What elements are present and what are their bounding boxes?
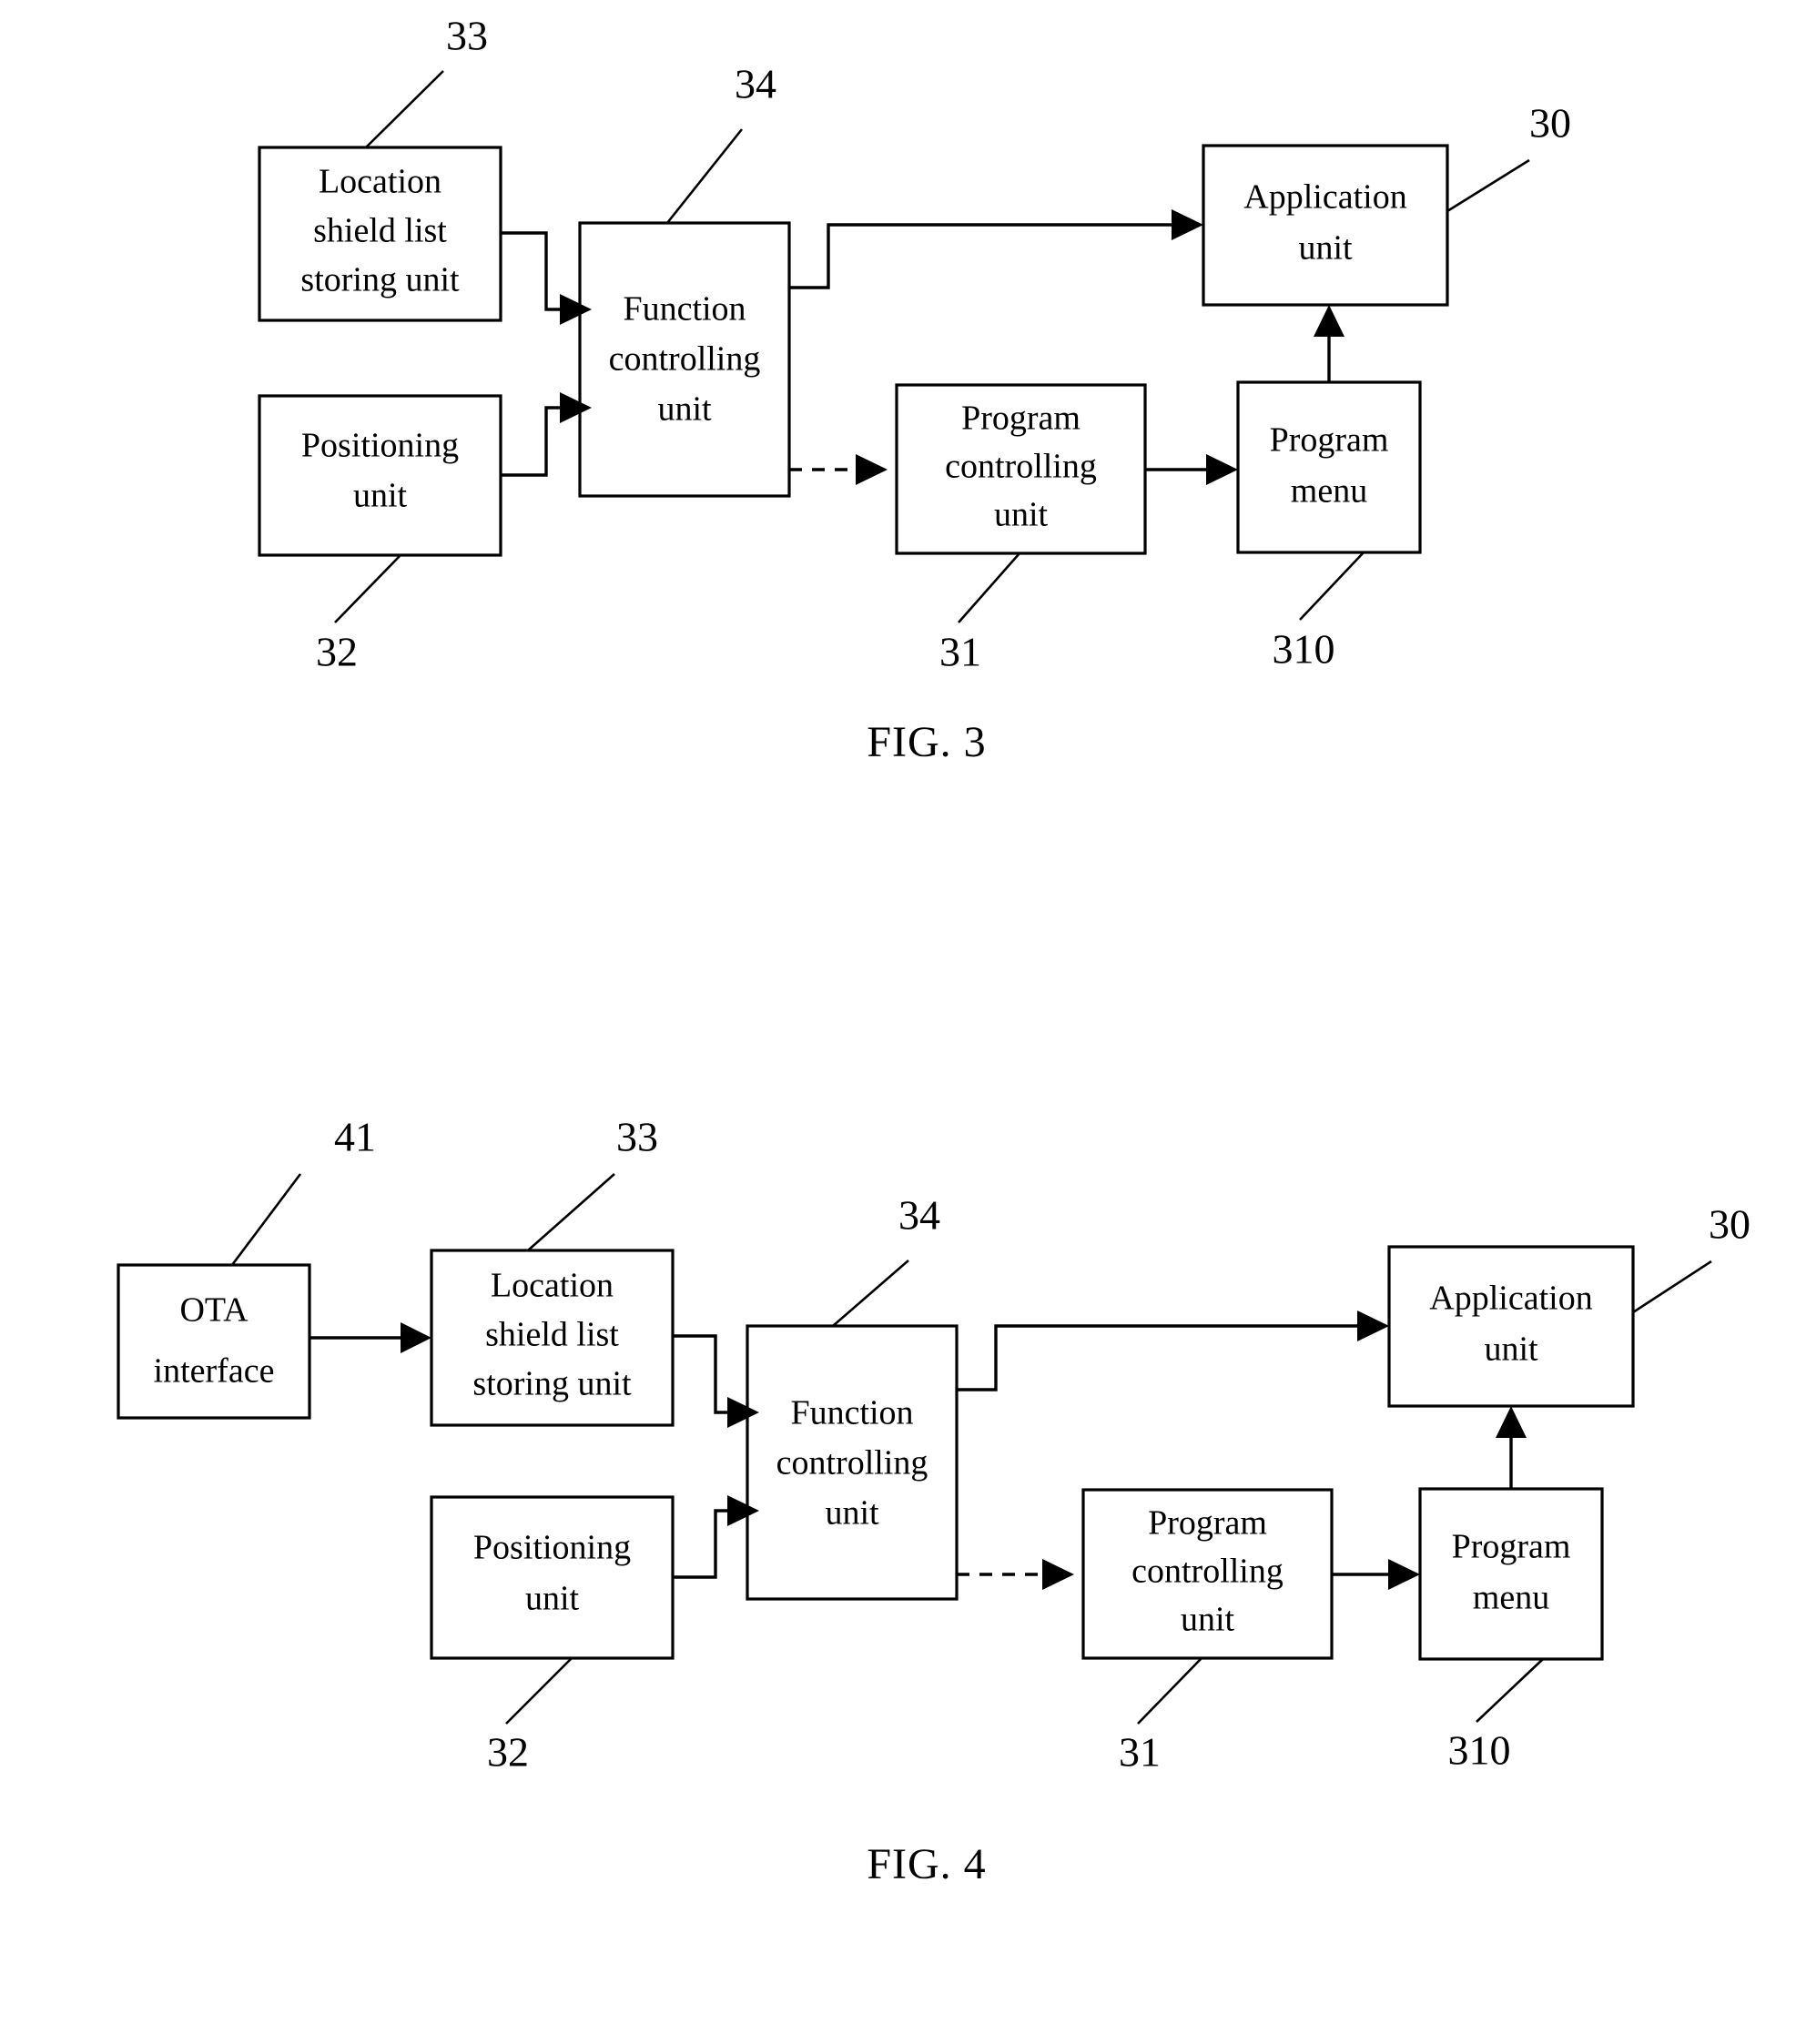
fig4-connector-ota-to-shield — [309, 1322, 431, 1353]
fig3-positioning-label-line-1: Positioning — [301, 427, 459, 465]
figures-svg: Location shield list storing unit Positi… — [117, 13, 1750, 1888]
fig4-positioning-label-line-1: Positioning — [473, 1529, 631, 1567]
figure-4: OTA interface Location shield list stori… — [117, 1114, 1750, 1888]
fig3-ref-310: 310 — [1273, 551, 1365, 673]
fig3-program-menu-label-line-2: menu — [1291, 472, 1367, 511]
fig4-box-application-unit[interactable]: Application unit — [1387, 1245, 1635, 1408]
fig4-application-label-line-2: unit — [1484, 1331, 1538, 1369]
patent-drawing-sheet: Location shield list storing unit Positi… — [0, 0, 1806, 2044]
fig3-connector-program-menu-to-application — [1314, 305, 1344, 382]
fig3-program-menu-label-line-1: Program — [1270, 421, 1389, 460]
fig4-box-location-shield-list-storing-unit[interactable]: Location shield list storing unit — [430, 1249, 675, 1427]
fig4-program-controlling-label-line-2: controlling — [1131, 1553, 1283, 1591]
fig4-application-label-line-1: Application — [1429, 1280, 1592, 1318]
fig4-function-label-line-1: Function — [790, 1394, 913, 1432]
figure-3: Location shield list storing unit Positi… — [258, 13, 1571, 766]
fig3-location-shield-label-line-1: Location — [319, 163, 441, 201]
fig4-box-program-menu[interactable]: Program menu — [1418, 1487, 1604, 1661]
fig4-ref-34: 34 — [832, 1192, 940, 1327]
fig4-function-label-line-2: controlling — [776, 1444, 928, 1482]
fig3-caption: FIG. 3 — [867, 718, 986, 766]
fig3-connector-function-to-application — [789, 209, 1203, 289]
fig3-function-label-line-1: Function — [623, 290, 746, 329]
fig3-ref-34: 34 — [665, 61, 776, 224]
fig4-ref-41-label: 41 — [334, 1114, 376, 1160]
fig3-location-shield-label-line-3: storing unit — [300, 261, 460, 299]
fig4-connector-program-menu-to-application — [1496, 1406, 1527, 1489]
fig4-ota-label-line-1: OTA — [179, 1291, 249, 1330]
fig4-ref-30: 30 — [1632, 1201, 1750, 1314]
fig4-location-shield-label-line-2: shield list — [485, 1316, 619, 1354]
fig3-box-program-menu[interactable]: Program menu — [1236, 380, 1422, 554]
fig3-ref-32-label: 32 — [316, 629, 358, 675]
fig3-program-controlling-label-line-2: controlling — [945, 448, 1097, 486]
fig4-ref-33-label: 33 — [616, 1114, 658, 1160]
fig3-box-positioning-unit[interactable]: Positioning unit — [258, 394, 502, 557]
fig4-ref-32-label: 32 — [487, 1729, 529, 1776]
fig4-ref-31-label: 31 — [1119, 1729, 1161, 1776]
fig3-ref-31: 31 — [939, 552, 1020, 675]
fig3-ref-31-label: 31 — [939, 629, 981, 675]
fig4-ref-310: 310 — [1448, 1658, 1544, 1774]
fig4-program-menu-label-line-2: menu — [1473, 1579, 1549, 1617]
fig3-positioning-label-line-2: unit — [353, 477, 408, 515]
fig4-box-positioning-unit[interactable]: Positioning unit — [430, 1495, 675, 1660]
fig3-ref-34-label: 34 — [735, 61, 776, 107]
fig3-connector-shield-to-function — [501, 231, 592, 325]
fig3-ref-310-label: 310 — [1273, 626, 1335, 673]
fig3-box-application-unit[interactable]: Application unit — [1202, 144, 1449, 307]
fig4-connector-function-to-program-controlling — [957, 1559, 1074, 1590]
fig4-box-ota-interface[interactable]: OTA interface — [117, 1263, 311, 1420]
fig3-program-controlling-label-line-3: unit — [994, 496, 1049, 534]
fig3-ref-33-label: 33 — [446, 13, 488, 59]
fig4-program-menu-label-line-1: Program — [1452, 1528, 1571, 1566]
fig4-program-controlling-label-line-1: Program — [1148, 1504, 1267, 1543]
fig4-function-label-line-3: unit — [825, 1494, 879, 1533]
fig3-function-label-line-2: controlling — [609, 340, 761, 379]
fig4-box-program-controlling-unit[interactable]: Program controlling unit — [1081, 1488, 1334, 1660]
fig3-box-function-controlling-unit[interactable]: Function controlling unit — [578, 221, 791, 498]
fig3-application-label-line-2: unit — [1298, 229, 1353, 268]
fig3-ref-30: 30 — [1446, 100, 1571, 213]
fig4-ref-34-label: 34 — [898, 1192, 940, 1239]
fig3-location-shield-label-line-2: shield list — [313, 212, 447, 250]
fig3-ref-30-label: 30 — [1529, 100, 1571, 147]
fig3-ref-32: 32 — [316, 554, 401, 675]
fig4-location-shield-label-line-1: Location — [491, 1267, 614, 1305]
fig3-function-label-line-3: unit — [657, 390, 712, 429]
fig4-positioning-label-line-2: unit — [525, 1580, 580, 1618]
fig3-program-controlling-label-line-1: Program — [961, 400, 1081, 438]
fig4-ref-33: 33 — [527, 1114, 658, 1251]
fig3-connector-program-controlling-to-program-menu — [1145, 454, 1238, 485]
fig4-caption: FIG. 4 — [867, 1840, 986, 1888]
fig3-application-label-line-1: Application — [1243, 178, 1406, 217]
fig3-ref-33: 33 — [365, 13, 488, 148]
fig4-ref-32: 32 — [487, 1657, 573, 1776]
fig4-ref-30-label: 30 — [1709, 1201, 1750, 1248]
fig4-connector-program-controlling-to-program-menu — [1332, 1559, 1420, 1590]
fig3-box-location-shield-list-storing-unit[interactable]: Location shield list storing unit — [258, 146, 502, 322]
fig4-ref-310-label: 310 — [1448, 1727, 1511, 1774]
fig4-ref-41: 41 — [230, 1114, 376, 1266]
fig4-box-function-controlling-unit[interactable]: Function controlling unit — [746, 1324, 959, 1601]
fig3-box-program-controlling-unit[interactable]: Program controlling unit — [895, 383, 1147, 555]
fig3-connector-positioning-to-function — [501, 392, 592, 477]
fig4-location-shield-label-line-3: storing unit — [472, 1365, 632, 1403]
fig4-ota-label-line-2: interface — [154, 1352, 275, 1391]
fig3-connector-function-to-program-controlling — [789, 454, 888, 485]
fig4-ref-31: 31 — [1119, 1657, 1202, 1776]
fig4-program-controlling-label-line-3: unit — [1181, 1601, 1235, 1639]
fig4-connector-function-to-application — [957, 1310, 1389, 1391]
